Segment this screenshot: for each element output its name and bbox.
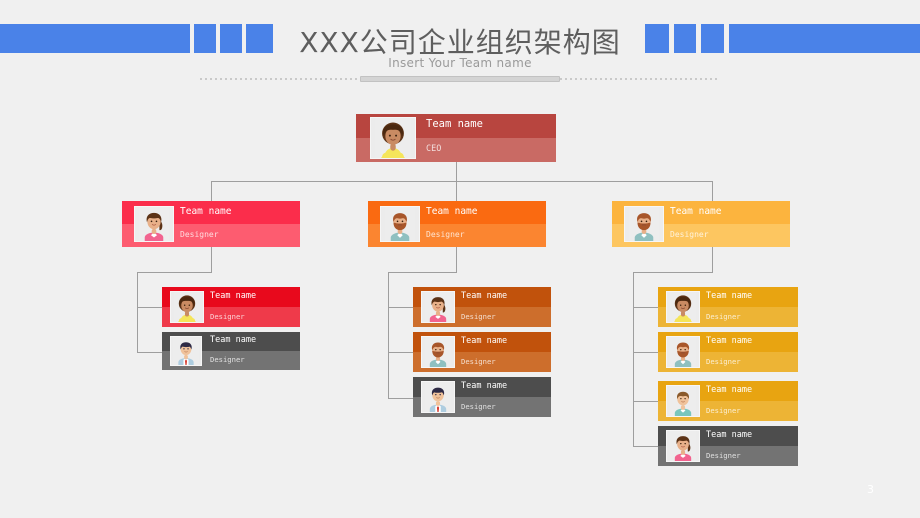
- connector-branch2-child1: [388, 307, 414, 308]
- connector-branch3-elbow: [633, 272, 713, 273]
- org-node-b2[interactable]: Team name Designer: [368, 201, 546, 247]
- avatar: [170, 336, 202, 366]
- page-subtitle: Insert Your Team name: [388, 56, 532, 70]
- avatar: [134, 206, 174, 242]
- org-node-ceo[interactable]: Team name CEO: [356, 114, 556, 162]
- connector-branch3-child4: [633, 446, 659, 447]
- org-node-b3[interactable]: Team name Designer: [612, 201, 790, 247]
- connector-branch1-child1: [137, 307, 163, 308]
- connector-branch2-stem: [456, 247, 457, 272]
- connector-ceo-stem: [456, 162, 457, 181]
- org-node-name: Team name: [426, 118, 483, 131]
- org-node-role: Designer: [706, 405, 741, 415]
- org-node-role: Designer: [461, 401, 496, 411]
- connector-branch3-child3: [633, 401, 659, 402]
- org-node-role: Designer: [210, 355, 245, 365]
- org-node-role: Designer: [426, 229, 465, 239]
- org-node-name: Team name: [706, 290, 753, 301]
- avatar: [370, 117, 416, 159]
- org-node-name: Team name: [670, 205, 722, 217]
- org-node-role: Designer: [180, 229, 219, 239]
- connector-branch2-spine: [388, 272, 389, 398]
- connector-branch3-child2: [633, 352, 659, 353]
- connector-to-branch-1: [211, 181, 212, 201]
- connector-branch1-child2: [137, 352, 163, 353]
- connector-branch2-child2: [388, 352, 414, 353]
- org-node-role: Designer: [706, 450, 741, 460]
- avatar: [421, 381, 455, 413]
- org-node-name: Team name: [210, 290, 257, 301]
- org-node-b1c1[interactable]: Team name Designer: [162, 287, 300, 327]
- org-node-b3c3[interactable]: Team name Designer: [658, 381, 798, 421]
- org-node-name: Team name: [426, 205, 478, 217]
- org-node-b2c2[interactable]: Team name Designer: [413, 332, 551, 372]
- org-node-role: Designer: [706, 311, 741, 321]
- connector-branch3-spine: [633, 272, 634, 447]
- avatar: [170, 291, 204, 323]
- slide-canvas: XXX公司企业组织架构图 Insert Your Team name Team …: [0, 0, 920, 518]
- org-node-name: Team name: [461, 335, 508, 346]
- org-node-name: Team name: [210, 335, 257, 346]
- org-node-name: Team name: [461, 290, 508, 301]
- connector-branch2-elbow: [388, 272, 457, 273]
- avatar: [624, 206, 664, 242]
- org-node-b1c2[interactable]: Team name Designer: [162, 332, 300, 370]
- org-node-b3c1[interactable]: Team name Designer: [658, 287, 798, 327]
- avatar: [421, 336, 455, 368]
- org-node-name: Team name: [706, 384, 753, 395]
- org-node-role: Designer: [706, 356, 741, 366]
- connector-branch3-child1: [633, 307, 659, 308]
- connector-branch3-stem: [712, 247, 713, 272]
- connector-level2-bus: [211, 181, 713, 182]
- connector-branch1-elbow: [137, 272, 212, 273]
- org-node-role: CEO: [426, 143, 442, 154]
- connector-to-branch-2: [456, 181, 457, 201]
- page-title: XXX公司企业组织架构图: [299, 26, 621, 59]
- org-node-b1[interactable]: Team name Designer: [122, 201, 300, 247]
- org-node-b2c1[interactable]: Team name Designer: [413, 287, 551, 327]
- org-node-name: Team name: [706, 335, 753, 346]
- org-node-b2c3[interactable]: Team name Designer: [413, 377, 551, 417]
- connector-branch1-spine: [137, 272, 138, 353]
- divider-bar: [360, 76, 560, 82]
- org-node-b3c4[interactable]: Team name Designer: [658, 426, 798, 466]
- connector-branch1-stem: [211, 247, 212, 272]
- connector-branch2-child3: [388, 398, 414, 399]
- avatar: [666, 291, 700, 323]
- org-node-b3c2[interactable]: Team name Designer: [658, 332, 798, 372]
- title-divider: [200, 76, 720, 82]
- connector-to-branch-3: [712, 181, 713, 201]
- org-node-name: Team name: [706, 429, 753, 440]
- org-node-role: Designer: [461, 356, 496, 366]
- org-node-role: Designer: [461, 311, 496, 321]
- avatar: [666, 430, 700, 462]
- org-node-name: Team name: [461, 380, 508, 391]
- org-node-role: Designer: [210, 311, 245, 321]
- avatar: [421, 291, 455, 323]
- avatar: [380, 206, 420, 242]
- org-node-name: Team name: [180, 205, 232, 217]
- org-node-role: Designer: [670, 229, 709, 239]
- avatar: [666, 385, 700, 417]
- page-number: 3: [867, 483, 874, 496]
- avatar: [666, 336, 700, 368]
